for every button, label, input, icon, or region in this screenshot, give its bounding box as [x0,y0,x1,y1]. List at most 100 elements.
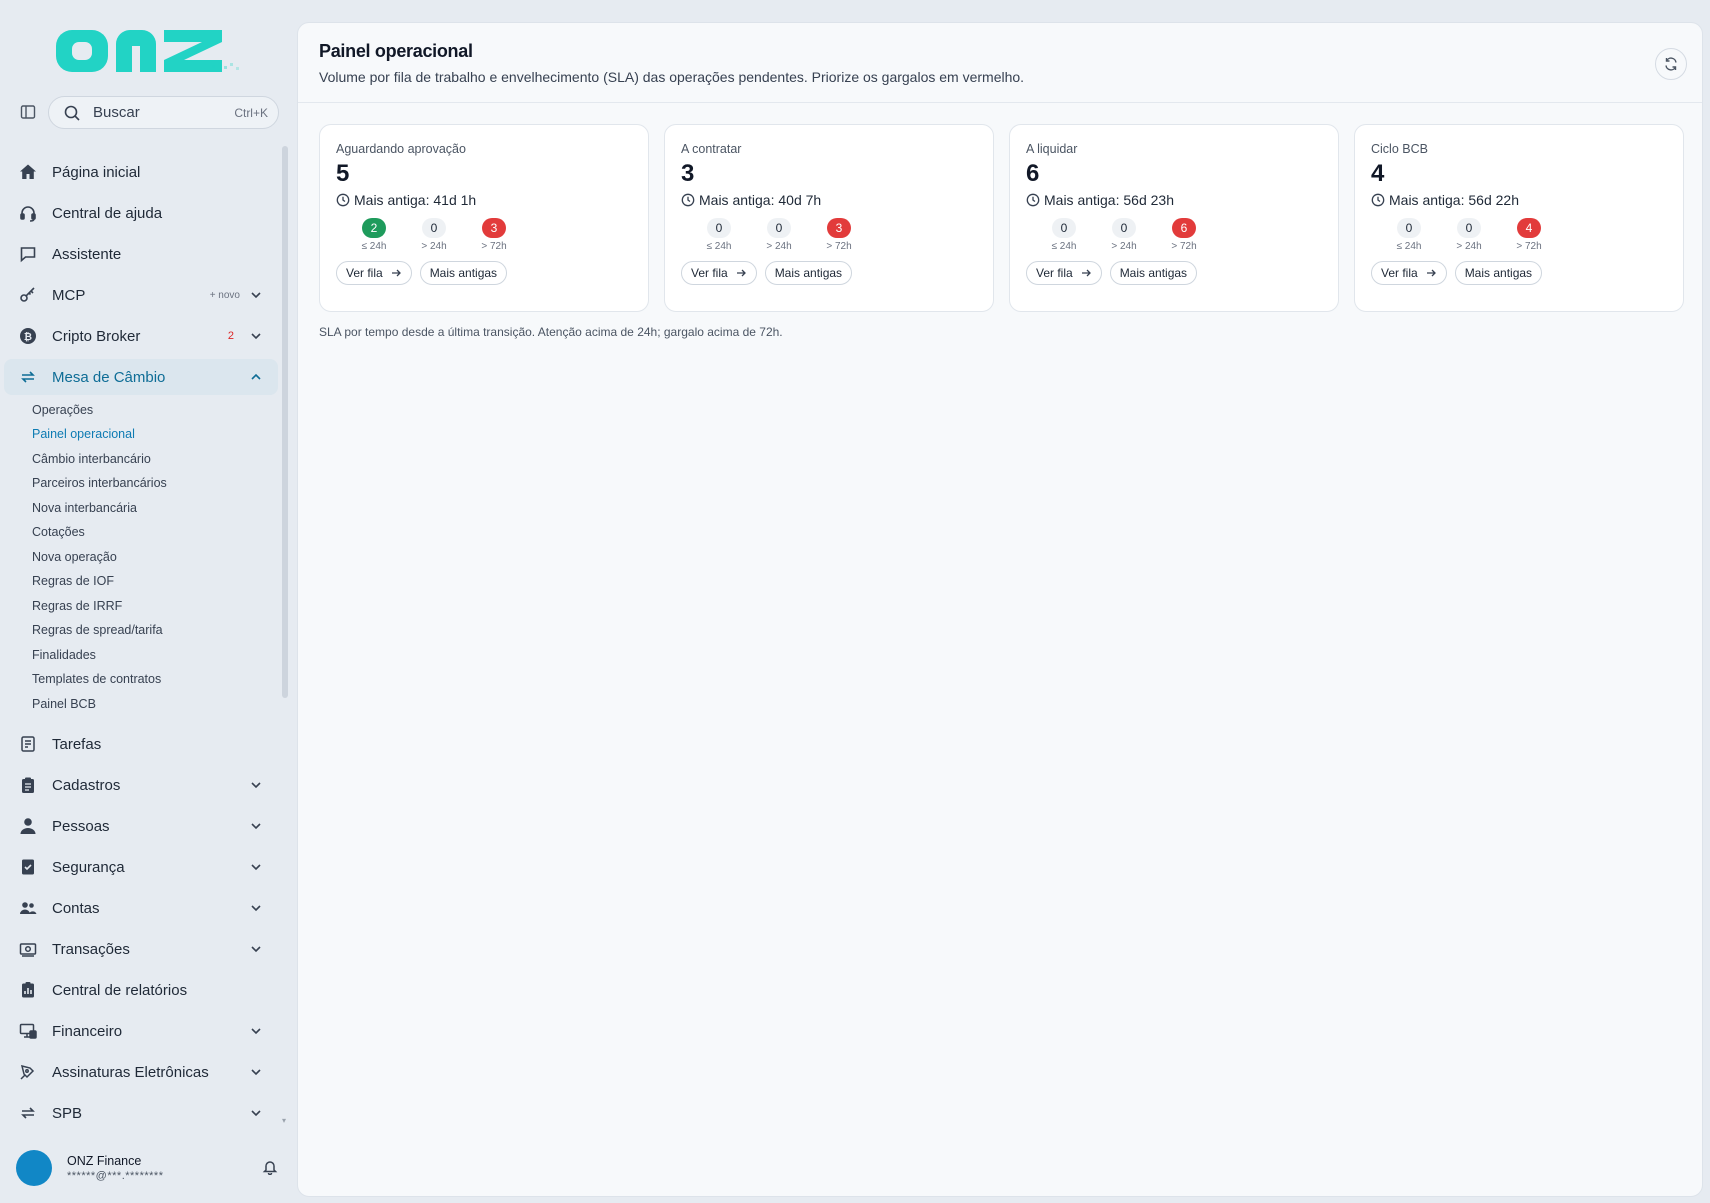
refresh-button[interactable] [1655,48,1687,80]
home-icon [18,162,38,182]
clock-icon [1026,193,1040,207]
svg-text:₿: ₿ [24,331,32,343]
subnav-regras-irrf[interactable]: Regras de IRRF [32,596,122,616]
nav-item-financeiro[interactable]: Financeiro [4,1013,278,1049]
chevron-up-icon [248,369,264,385]
card-oldest-row: Mais antiga: 41d 1h [336,192,632,208]
nav-label: Assistente [52,245,122,263]
chevron-down-icon [248,859,264,875]
subnav-regras-spread[interactable]: Regras de spread/tarifa [32,620,163,640]
avatar[interactable] [16,1150,52,1186]
nav-item-pagina-inicial[interactable]: Página inicial [4,154,278,190]
card-oldest: Mais antiga: 56d 23h [1044,192,1174,208]
bucket-count: 0 [1052,218,1076,238]
notification-count: 2 [227,330,234,342]
view-queue-button[interactable]: Ver fila [1371,261,1447,285]
bucket-label: > 24h [421,241,447,252]
card-oldest: Mais antiga: 40d 7h [699,192,822,208]
nav-label: Tarefas [52,735,102,753]
view-queue-label: Ver fila [1381,266,1418,280]
bucket-gt-72h: 6 > 72h [1154,218,1214,252]
arrow-right-icon [390,267,402,279]
main-panel: Painel operacional Volume por fila de tr… [297,22,1703,1197]
bucket-label: > 24h [766,241,792,252]
nav-item-assistente[interactable]: Assistente [4,236,278,272]
bucket-count: 0 [767,218,791,238]
page-title: Painel operacional [319,41,473,61]
onz-logo[interactable] [54,22,244,78]
subnav-operacoes[interactable]: Operações [32,400,93,420]
nav-item-transacoes[interactable]: Transações [4,931,278,967]
bucket-gt-24h: 0 > 24h [1439,218,1499,252]
chevron-down-icon [248,777,264,793]
nav-item-pessoas[interactable]: Pessoas [4,808,278,844]
bucket-label: ≤ 24h [1396,241,1422,252]
nav-item-assinaturas[interactable]: Assinaturas Eletrônicas [4,1054,278,1090]
subnav-cambio-interbancario[interactable]: Câmbio interbancário [32,449,151,469]
subnav-painel-bcb[interactable]: Painel BCB [32,694,96,714]
nav-item-central-relatorios[interactable]: Central de relatórios [4,972,278,1008]
view-queue-button[interactable]: Ver fila [681,261,757,285]
subnav-finalidades[interactable]: Finalidades [32,645,96,665]
chevron-down-icon [248,941,264,957]
nav-item-spb[interactable]: SPB [4,1095,278,1131]
scroll-down-arrow-icon[interactable]: ▾ [282,1116,286,1125]
queue-card: A contratar 3 Mais antiga: 40d 7h 0 ≤ 24h… [664,124,994,312]
search-input[interactable]: Buscar Ctrl+K [48,96,279,129]
view-queue-label: Ver fila [691,266,728,280]
nav-item-contas[interactable]: Contas [4,890,278,926]
bucket-count: 0 [422,218,446,238]
chevron-down-icon [248,1105,264,1121]
sla-buckets: 2 ≤ 24h 0 > 24h 3 > 72h [344,218,632,252]
subnav-nova-operacao[interactable]: Nova operação [32,547,117,567]
card-title: A contratar [681,142,742,156]
nav-item-seguranca[interactable]: Segurança [4,849,278,885]
sidebar-scrollbar[interactable] [282,146,288,698]
arrow-right-icon [1425,267,1437,279]
oldest-button[interactable]: Mais antigas [419,261,508,285]
subnav-painel-operacional[interactable]: Painel operacional [32,424,135,444]
user-profile[interactable]: ONZ Finance ******@***.******** [16,1148,280,1188]
bucket-gt-72h: 3 > 72h [809,218,869,252]
bucket-gt-24h: 0 > 24h [404,218,464,252]
subnav-parceiros-interbancarios[interactable]: Parceiros interbancários [32,473,167,493]
mcp-new-tag: + novo [209,289,240,301]
refresh-icon [1665,57,1677,71]
page-header: Painel operacional Volume por fila de tr… [298,23,1702,103]
card-count: 5 [336,160,350,187]
bucket-le-24h: 2 ≤ 24h [344,218,404,252]
clipboard-icon [18,775,38,795]
shield-check-icon [18,857,38,877]
nav-item-central-ajuda[interactable]: Central de ajuda [4,195,278,231]
bell-icon[interactable] [262,1159,280,1177]
sidebar-toggle-icon[interactable] [18,102,38,122]
bucket-label: > 72h [1171,241,1197,252]
subnav-templates-contratos[interactable]: Templates de contratos [32,669,161,689]
nav-label: Cadastros [52,776,121,794]
bucket-label: ≤ 24h [361,241,387,252]
person-icon [18,816,38,836]
oldest-button[interactable]: Mais antigas [1109,261,1198,285]
user-name: ONZ Finance [67,1154,142,1168]
subnav-cotacoes[interactable]: Cotações [32,522,85,542]
subnav-nova-interbancaria[interactable]: Nova interbancária [32,498,137,518]
bucket-count: 0 [1112,218,1136,238]
nav-item-mcp[interactable]: MCP + novo [4,277,278,313]
view-queue-button[interactable]: Ver fila [1026,261,1102,285]
chevron-down-icon [248,1064,264,1080]
oldest-button[interactable]: Mais antigas [764,261,853,285]
bucket-gt-24h: 0 > 24h [1094,218,1154,252]
nav-item-mesa-cambio[interactable]: Mesa de Câmbio [4,359,278,395]
nav-item-cripto-broker[interactable]: ₿ Cripto Broker 2 [4,318,278,354]
nav-label: Cripto Broker [52,327,141,345]
user-email: ******@***.******** [67,1170,164,1182]
view-queue-button[interactable]: Ver fila [336,261,412,285]
bucket-label: > 24h [1456,241,1482,252]
oldest-button[interactable]: Mais antigas [1454,261,1543,285]
chat-icon [18,244,38,264]
arrow-right-icon [1080,267,1092,279]
subnav-regras-iof[interactable]: Regras de IOF [32,571,114,591]
nav-item-cadastros[interactable]: Cadastros [4,767,278,803]
nav-item-tarefas[interactable]: Tarefas [4,726,278,762]
bucket-label: ≤ 24h [706,241,732,252]
